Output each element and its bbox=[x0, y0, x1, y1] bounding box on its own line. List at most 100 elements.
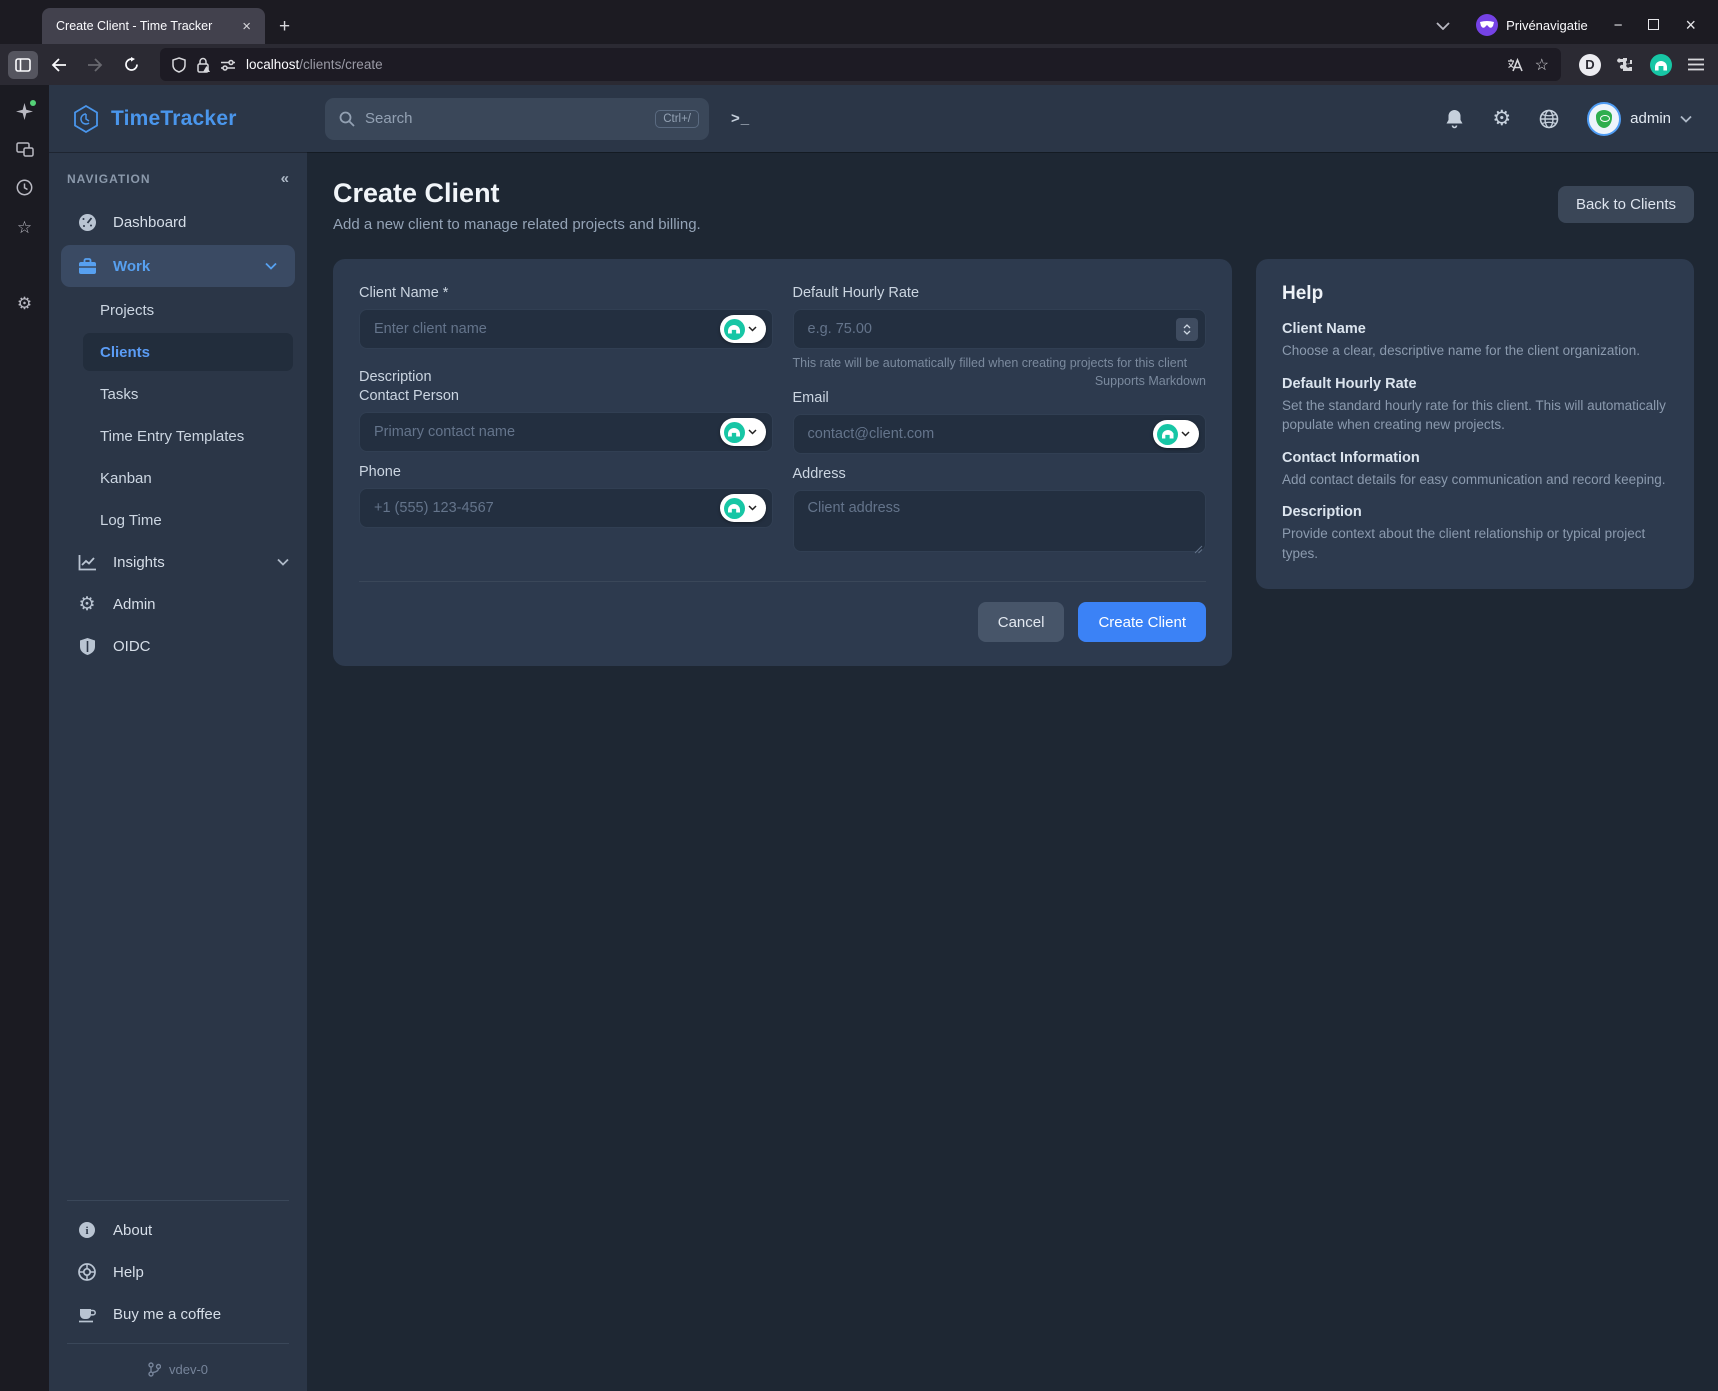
sidebar-item-label: Buy me a coffee bbox=[113, 1306, 221, 1323]
d-extension-icon[interactable]: D bbox=[1579, 54, 1601, 76]
puzzle-extensions-icon[interactable] bbox=[1617, 56, 1634, 73]
sidebar-item-about[interactable]: i About bbox=[49, 1209, 307, 1251]
sidebar-settings-gear-icon[interactable]: ⚙ bbox=[17, 294, 32, 314]
create-client-form-card: Client Name * Description Contact Person bbox=[333, 259, 1232, 666]
settings-gear-icon[interactable]: ⚙ bbox=[1492, 106, 1511, 131]
oidc-shield-icon bbox=[77, 637, 97, 656]
sidebar-item-buy-me-a-coffee[interactable]: Buy me a coffee bbox=[49, 1293, 307, 1335]
bookmarks-star-icon[interactable]: ☆ bbox=[17, 218, 32, 238]
tracking-shield-icon[interactable] bbox=[172, 57, 186, 73]
back-button[interactable] bbox=[44, 51, 74, 79]
sidebar-item-projects[interactable]: Projects bbox=[83, 291, 293, 329]
sidebar-item-label: Dashboard bbox=[113, 214, 186, 231]
url-text[interactable]: localhost/clients/create bbox=[246, 57, 1497, 72]
create-client-button[interactable]: Create Client bbox=[1078, 602, 1206, 642]
brand[interactable]: TimeTracker bbox=[49, 105, 307, 133]
page-subtitle: Add a new client to manage related proje… bbox=[333, 216, 701, 233]
email-label: Email bbox=[793, 390, 1207, 406]
nordpass-extension-icon[interactable] bbox=[1650, 54, 1672, 76]
reload-button[interactable] bbox=[116, 51, 146, 79]
language-globe-icon[interactable] bbox=[1539, 109, 1559, 129]
new-tab-button[interactable]: + bbox=[279, 16, 290, 38]
sidebar-item-work[interactable]: Work bbox=[61, 245, 295, 287]
email-input[interactable] bbox=[793, 414, 1207, 454]
sidebar-item-label: Projects bbox=[100, 302, 154, 319]
password-manager-autofill-button[interactable] bbox=[720, 315, 766, 343]
contact-person-input[interactable] bbox=[359, 412, 773, 452]
resize-handle[interactable] bbox=[1194, 545, 1203, 554]
lock-warning-icon[interactable] bbox=[196, 57, 210, 73]
sidebar-item-clients[interactable]: Clients bbox=[83, 333, 293, 371]
bookmark-star-icon[interactable]: ☆ bbox=[1535, 55, 1549, 75]
synced-tabs-icon[interactable] bbox=[16, 142, 34, 157]
help-heading: Default Hourly Rate bbox=[1282, 376, 1668, 392]
sidebar-item-tasks[interactable]: Tasks bbox=[83, 375, 293, 413]
user-name: admin bbox=[1630, 110, 1671, 127]
url-bar[interactable]: localhost/clients/create ☆ bbox=[160, 48, 1561, 81]
sidebar-item-log-time[interactable]: Log Time bbox=[83, 501, 293, 539]
browser-toolbar: localhost/clients/create ☆ D bbox=[0, 44, 1718, 85]
nordpass-icon bbox=[724, 422, 745, 443]
sidebar-item-admin[interactable]: ⚙ Admin bbox=[49, 583, 307, 625]
maximize-button[interactable] bbox=[1648, 17, 1659, 34]
spinner-up-icon[interactable] bbox=[1183, 324, 1191, 329]
help-body: Set the standard hourly rate for this cl… bbox=[1282, 396, 1668, 435]
svg-text:i: i bbox=[85, 1225, 88, 1237]
private-mask-icon bbox=[1476, 14, 1498, 36]
user-menu[interactable]: admin bbox=[1587, 102, 1692, 136]
password-manager-autofill-button[interactable] bbox=[720, 418, 766, 446]
password-manager-autofill-button[interactable] bbox=[1153, 420, 1199, 448]
sidebar-item-dashboard[interactable]: Dashboard bbox=[49, 201, 307, 243]
list-tabs-chevron-icon[interactable] bbox=[1436, 21, 1450, 30]
phone-input[interactable] bbox=[359, 488, 773, 528]
chevron-down-icon bbox=[748, 429, 757, 435]
markdown-note: Supports Markdown bbox=[793, 374, 1207, 388]
forward-button[interactable] bbox=[80, 51, 110, 79]
notifications-bell-icon[interactable] bbox=[1445, 108, 1464, 129]
sidebar-item-help[interactable]: Help bbox=[49, 1251, 307, 1293]
tab-title: Create Client - Time Tracker bbox=[56, 19, 230, 33]
client-name-label: Client Name * bbox=[359, 285, 773, 301]
minimize-button[interactable]: − bbox=[1614, 17, 1623, 34]
main-content: Create Client Add a new client to manage… bbox=[307, 152, 1718, 1391]
sidebar-item-label: Help bbox=[113, 1264, 144, 1281]
tab-close-icon[interactable]: × bbox=[238, 18, 255, 35]
collapse-sidebar-icon[interactable]: « bbox=[281, 170, 289, 187]
global-search[interactable]: Ctrl+/ bbox=[325, 98, 709, 140]
browser-tab[interactable]: Create Client - Time Tracker × bbox=[42, 8, 265, 44]
side-navigation: NAVIGATION « Dashboard Work Projects Cli… bbox=[49, 152, 307, 1391]
help-body: Add contact details for easy communicati… bbox=[1282, 470, 1668, 490]
address-textarea[interactable] bbox=[793, 490, 1207, 552]
spinner-down-icon[interactable] bbox=[1183, 330, 1191, 335]
avatar-shield-icon bbox=[1596, 110, 1612, 128]
command-terminal-icon[interactable]: >_ bbox=[731, 110, 750, 127]
close-button[interactable]: × bbox=[1685, 15, 1696, 36]
ai-chat-icon[interactable] bbox=[16, 103, 33, 120]
history-clock-icon[interactable] bbox=[16, 179, 33, 196]
avatar bbox=[1587, 102, 1621, 136]
permissions-tune-icon[interactable] bbox=[220, 59, 236, 71]
menu-hamburger-icon[interactable] bbox=[1688, 58, 1704, 71]
hourly-rate-input[interactable] bbox=[793, 309, 1207, 349]
sidebar-item-label: Tasks bbox=[100, 386, 138, 403]
sidebar-item-insights[interactable]: Insights bbox=[49, 541, 307, 583]
sidebar-item-oidc[interactable]: OIDC bbox=[49, 625, 307, 667]
cancel-button[interactable]: Cancel bbox=[978, 602, 1065, 642]
dashboard-gauge-icon bbox=[77, 213, 97, 232]
sidebar-toggle-icon[interactable] bbox=[8, 51, 38, 79]
search-input[interactable] bbox=[365, 110, 645, 127]
notification-dot bbox=[30, 100, 36, 106]
sidebar-item-kanban[interactable]: Kanban bbox=[83, 459, 293, 497]
back-to-clients-button[interactable]: Back to Clients bbox=[1558, 186, 1694, 223]
description-label: Description bbox=[359, 369, 773, 385]
translate-icon[interactable] bbox=[1507, 58, 1525, 72]
chevron-down-icon bbox=[748, 326, 757, 332]
number-spinner[interactable] bbox=[1176, 318, 1198, 341]
header-actions: ⚙ admin bbox=[1445, 102, 1718, 136]
sidebar-item-label: Admin bbox=[113, 596, 156, 613]
brand-name: TimeTracker bbox=[111, 107, 237, 131]
client-name-input[interactable] bbox=[359, 309, 773, 349]
chevron-down-icon bbox=[748, 505, 757, 511]
password-manager-autofill-button[interactable] bbox=[720, 494, 766, 522]
sidebar-item-time-entry-templates[interactable]: Time Entry Templates bbox=[83, 417, 293, 455]
